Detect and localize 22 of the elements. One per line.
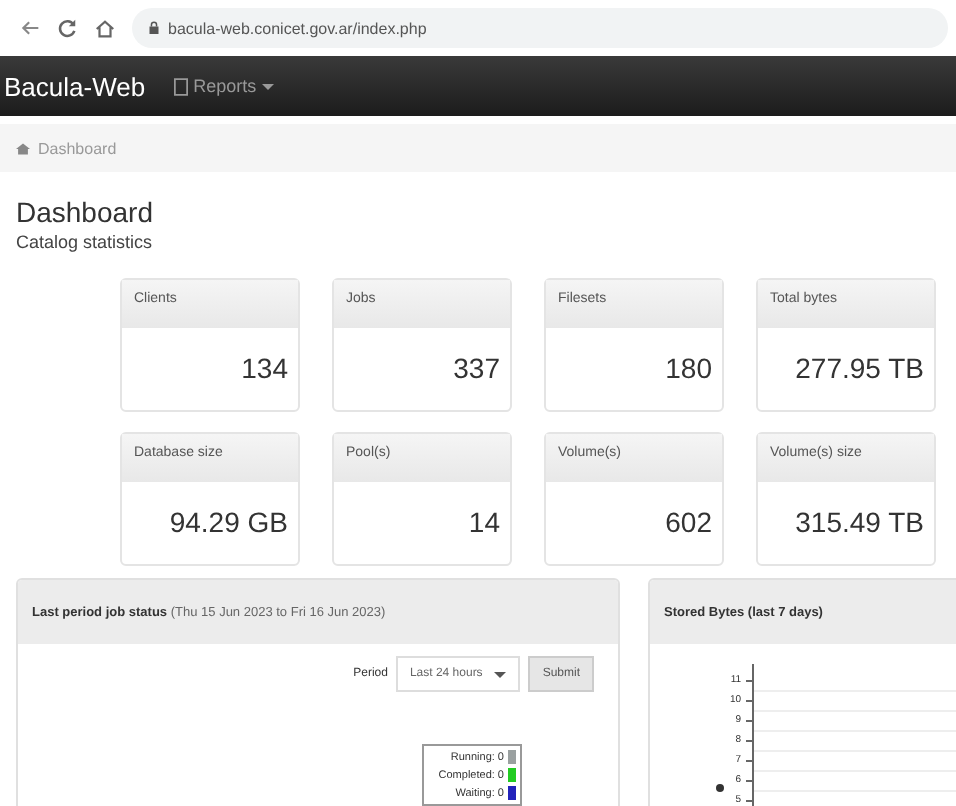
stat-value: 180: [663, 350, 714, 388]
stat-value: 134: [239, 350, 290, 388]
home-icon: [16, 141, 30, 155]
stat-value: 602: [663, 504, 714, 542]
stat-value: 14: [466, 504, 502, 542]
address-bar[interactable]: bacula-web.conicet.gov.ar/index.php: [132, 8, 948, 48]
page-title: Dashboard: [16, 196, 155, 228]
page-subtitle: Catalog statistics: [16, 232, 155, 252]
home-icon[interactable]: [94, 17, 116, 39]
stat-value: 94.29 GB: [167, 504, 290, 542]
stat-value: 315.49 TB: [793, 504, 926, 542]
caret-icon: [494, 671, 507, 677]
lock-icon: [148, 20, 160, 36]
brand-link[interactable]: Bacula-Web: [4, 71, 146, 101]
document-icon: [173, 77, 188, 95]
stat-value: 337: [451, 350, 502, 388]
back-icon[interactable]: [20, 18, 40, 38]
marker-icon: [716, 784, 724, 792]
reports-menu[interactable]: Reports: [173, 76, 275, 96]
caret-icon: [262, 83, 275, 89]
stat-value: 277.95 TB: [793, 350, 926, 388]
reload-icon[interactable]: [56, 17, 78, 39]
